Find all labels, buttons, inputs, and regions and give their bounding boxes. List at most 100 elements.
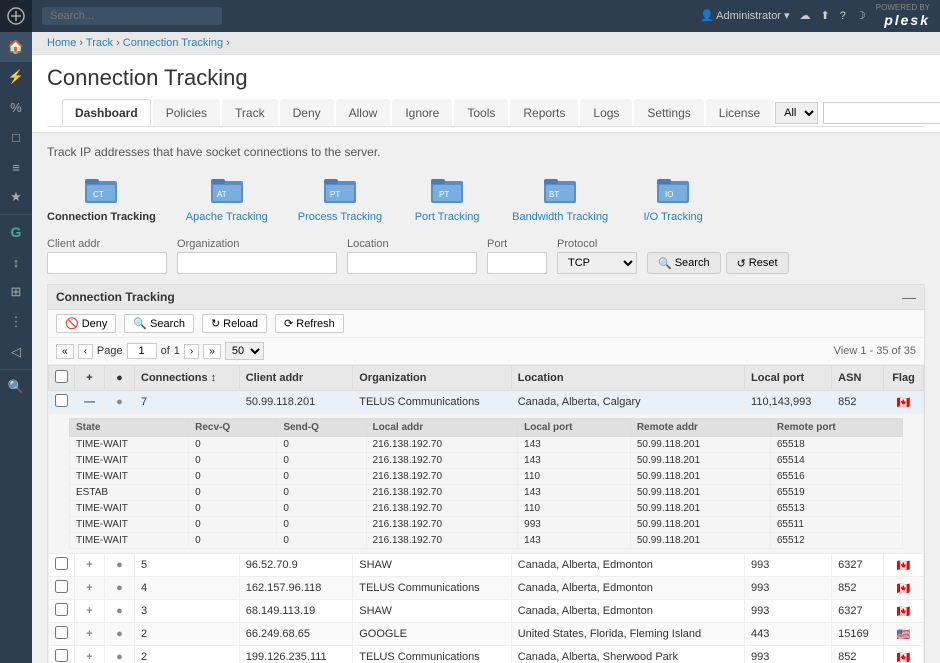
- deny-button[interactable]: 🚫 Deny: [56, 314, 116, 333]
- connection-tracking-icon[interactable]: CT Connection Tracking: [47, 171, 156, 223]
- sidebar-item-percent[interactable]: %: [0, 92, 32, 122]
- section-controls: —: [902, 289, 916, 305]
- sidebar-item-power[interactable]: ⚡: [0, 62, 32, 92]
- expand-remote-port-header: Remote port: [770, 419, 902, 437]
- bandwidth-tracking-icon[interactable]: BT Bandwidth Tracking: [512, 171, 608, 223]
- row-checkbox[interactable]: [55, 580, 68, 593]
- row-info-cell[interactable]: ●: [105, 391, 135, 414]
- cloud-upload-icon[interactable]: ☁: [800, 9, 811, 22]
- client-addr-input[interactable]: [47, 252, 167, 274]
- table-row: + ● 4 162.157.96.118 TELUS Communication…: [49, 577, 924, 600]
- row-checkbox[interactable]: [55, 649, 68, 662]
- row-1-checkbox[interactable]: [55, 394, 68, 407]
- sidebar: 🏠 ⚡ % □ ≡ ★ G ↕ ⊞ ⋮ ◁ 🔍: [0, 0, 32, 663]
- row-checkbox[interactable]: [55, 626, 68, 639]
- organization-header[interactable]: Organization: [353, 366, 511, 391]
- row-flag: 🇨🇦: [884, 554, 924, 577]
- tab-dashboard[interactable]: Dashboard: [62, 99, 151, 126]
- search-toolbar-button[interactable]: 🔍 Search: [124, 314, 194, 333]
- row-client-addr: 162.157.96.118: [239, 577, 353, 600]
- reload-button[interactable]: ↻ Reload: [202, 314, 267, 333]
- io-tracking-icon[interactable]: IO I/O Tracking: [638, 171, 708, 223]
- cloud-icon[interactable]: ⬆: [821, 9, 830, 22]
- info-btn-cell[interactable]: ●: [105, 554, 135, 577]
- tab-reports[interactable]: Reports: [510, 99, 578, 126]
- sidebar-item-menu[interactable]: ≡: [0, 152, 32, 182]
- sidebar-item-star[interactable]: ★: [0, 182, 32, 212]
- breadcrumb-home[interactable]: Home: [47, 37, 76, 49]
- sidebar-item-back[interactable]: ◁: [0, 337, 32, 367]
- expand-inner: State Recv-Q Send-Q Local addr Local por…: [49, 414, 923, 553]
- sidebar-item-grid[interactable]: ⊞: [0, 277, 32, 307]
- protocol-select[interactable]: TCP UDP All: [557, 252, 637, 274]
- section-minimize-button[interactable]: —: [902, 289, 916, 305]
- process-tracking-icon[interactable]: PT Process Tracking: [298, 171, 382, 223]
- expand-row-1: State Recv-Q Send-Q Local addr Local por…: [49, 414, 924, 554]
- client-addr-field: Client addr: [47, 238, 167, 274]
- user-icon[interactable]: 👤 Administrator ▾: [700, 9, 790, 22]
- prev-page-button[interactable]: ‹: [78, 344, 93, 359]
- sidebar-item-g[interactable]: G: [0, 217, 32, 247]
- row-local-port: 993: [745, 554, 832, 577]
- port-tracking-icon[interactable]: PT Port Tracking: [412, 171, 482, 223]
- info-icon: ●: [116, 651, 123, 663]
- per-page-select[interactable]: 50: [225, 342, 264, 360]
- sidebar-divider2: [0, 369, 32, 370]
- apache-tracking-icon[interactable]: AT Apache Tracking: [186, 171, 268, 223]
- expand-icon: +: [86, 628, 92, 640]
- top-bar-right: 👤 Administrator ▾ ☁ ⬆ ? ☽ POWERED BY ple…: [700, 3, 930, 29]
- tab-deny[interactable]: Deny: [280, 99, 334, 126]
- sidebar-item-dots[interactable]: ⋮: [0, 307, 32, 337]
- table-body: — ● 7 50.99.118.201 TELUS Communications…: [49, 391, 924, 663]
- row-checkbox[interactable]: [55, 557, 68, 570]
- row-asn: 15169: [832, 623, 884, 646]
- local-port-header[interactable]: Local port: [745, 366, 832, 391]
- last-page-button[interactable]: »: [203, 344, 221, 359]
- breadcrumb: Home › Track › Connection Tracking ›: [32, 32, 940, 55]
- tab-ignore[interactable]: Ignore: [392, 99, 452, 126]
- svg-text:AT: AT: [217, 190, 227, 199]
- port-input[interactable]: [487, 252, 547, 274]
- breadcrumb-track[interactable]: Track: [86, 37, 113, 49]
- search-button[interactable]: 🔍 Search: [647, 252, 721, 274]
- row-asn: 852: [832, 577, 884, 600]
- reset-button[interactable]: ↺ Reset: [726, 252, 789, 274]
- tab-tools[interactable]: Tools: [454, 99, 508, 126]
- sidebar-item-box[interactable]: □: [0, 122, 32, 152]
- connections-header[interactable]: Connections ↕: [135, 366, 240, 391]
- first-page-button[interactable]: «: [56, 344, 74, 359]
- table-row: + ● 3 68.149.113.19 SHAW Canada, Alberta…: [49, 600, 924, 623]
- location-header[interactable]: Location: [511, 366, 744, 391]
- asn-header[interactable]: ASN: [832, 366, 884, 391]
- next-page-button[interactable]: ›: [184, 344, 199, 359]
- moon-icon[interactable]: ☽: [856, 9, 866, 22]
- folder-apache-icon: AT: [209, 171, 245, 207]
- tab-track[interactable]: Track: [222, 99, 278, 126]
- row-minus-cell[interactable]: —: [75, 391, 105, 414]
- filter-input[interactable]: [823, 102, 940, 124]
- tab-logs[interactable]: Logs: [580, 99, 632, 126]
- tab-allow[interactable]: Allow: [336, 99, 391, 126]
- tab-license[interactable]: License: [706, 99, 773, 126]
- sidebar-item-updown[interactable]: ↕: [0, 247, 32, 277]
- row-local-port: 443: [745, 623, 832, 646]
- sidebar-item-search[interactable]: 🔍: [0, 372, 32, 402]
- tab-policies[interactable]: Policies: [153, 99, 220, 126]
- filter-select[interactable]: All: [775, 102, 818, 124]
- breadcrumb-connection-tracking[interactable]: Connection Tracking: [123, 37, 223, 49]
- sidebar-item-home[interactable]: 🏠: [0, 32, 32, 62]
- client-addr-header[interactable]: Client addr: [239, 366, 353, 391]
- table-header-row: + ● Connections ↕ Client addr Organizati…: [49, 366, 924, 391]
- row-client-addr: 66.249.68.65: [239, 623, 353, 646]
- expand-btn-cell[interactable]: +: [75, 554, 105, 577]
- row-checkbox[interactable]: [55, 603, 68, 616]
- search-input[interactable]: [42, 7, 222, 25]
- tab-settings[interactable]: Settings: [634, 99, 703, 126]
- help-icon[interactable]: ?: [840, 10, 846, 22]
- refresh-button[interactable]: ⟳ Refresh: [275, 314, 344, 333]
- page-input[interactable]: [127, 343, 157, 359]
- expand-sub-row: TIME-WAIT00216.138.192.7014350.99.118.20…: [70, 533, 903, 549]
- organization-input[interactable]: [177, 252, 337, 274]
- location-input[interactable]: [347, 252, 477, 274]
- select-all-checkbox[interactable]: [55, 370, 68, 383]
